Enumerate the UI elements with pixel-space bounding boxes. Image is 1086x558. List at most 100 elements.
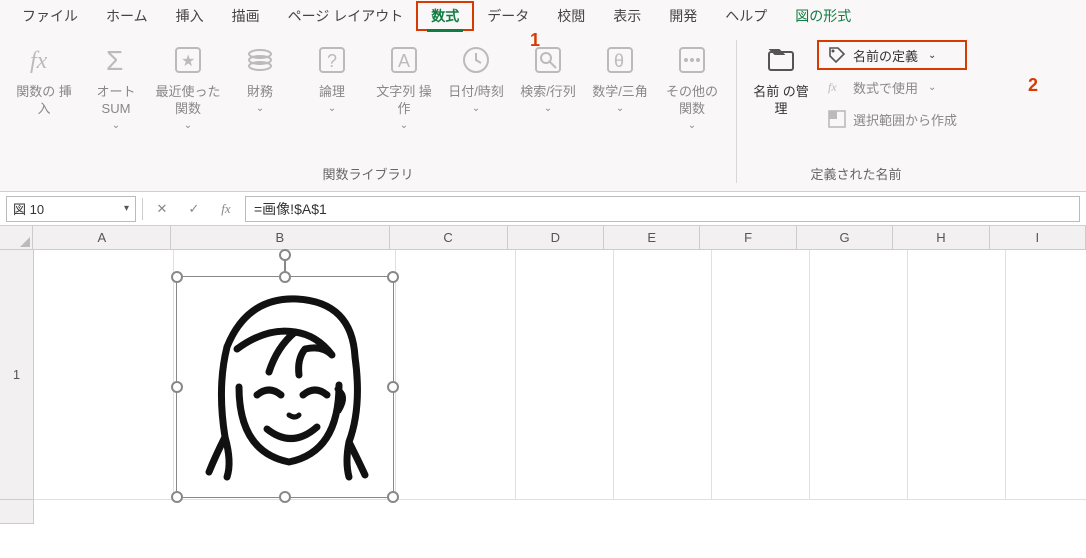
create-from-selection-button[interactable]: 選択範囲から作成 bbox=[819, 106, 965, 132]
menu-developer[interactable]: 開発 bbox=[655, 2, 711, 30]
define-name-button[interactable]: 名前の定義 ⌄ bbox=[819, 42, 965, 68]
girl-face-illustration bbox=[177, 277, 395, 499]
name-box-value: 図 10 bbox=[13, 199, 44, 218]
logical-button[interactable]: ? 論理 ⌄ bbox=[296, 38, 368, 118]
menu-review[interactable]: 校閲 bbox=[543, 2, 599, 30]
lookup-button[interactable]: 検索/行列 ⌄ bbox=[512, 38, 584, 118]
resize-handle-ne[interactable] bbox=[387, 271, 399, 283]
svg-text:θ: θ bbox=[614, 51, 624, 71]
row-headers: 1 bbox=[0, 250, 34, 524]
cell[interactable] bbox=[712, 250, 810, 500]
fx-icon: fx bbox=[26, 42, 62, 78]
financial-button[interactable]: 財務 ⌄ bbox=[224, 38, 296, 118]
cell[interactable] bbox=[908, 250, 1006, 500]
chevron-down-icon: ⌄ bbox=[256, 103, 264, 114]
check-icon: ✓ bbox=[189, 201, 200, 217]
column-headers: A B C D E F G H I bbox=[0, 226, 1086, 250]
chevron-down-icon: ⌄ bbox=[928, 82, 936, 93]
svg-text:fx: fx bbox=[828, 80, 837, 94]
col-header-F[interactable]: F bbox=[700, 226, 796, 250]
chevron-down-icon: ⌄ bbox=[928, 50, 936, 61]
col-header-G[interactable]: G bbox=[797, 226, 893, 250]
chevron-down-icon: ⌄ bbox=[688, 120, 696, 131]
annotation-2: 2 bbox=[1028, 75, 1038, 96]
col-header-E[interactable]: E bbox=[604, 226, 700, 250]
datetime-button[interactable]: 日付/時刻 ⌄ bbox=[440, 38, 512, 118]
cell[interactable] bbox=[516, 250, 614, 500]
chevron-down-icon: ⌄ bbox=[544, 103, 552, 114]
tag-card-icon bbox=[763, 42, 799, 78]
question-icon: ? bbox=[314, 42, 350, 78]
more-functions-button[interactable]: その他の 関数 ⌄ bbox=[656, 38, 728, 135]
name-manager-button[interactable]: 名前 の管理 bbox=[745, 38, 817, 122]
cells-area[interactable] bbox=[34, 250, 1086, 524]
svg-text:Σ: Σ bbox=[106, 45, 123, 76]
resize-handle-w[interactable] bbox=[171, 381, 183, 393]
theta-icon: θ bbox=[602, 42, 638, 78]
chevron-down-icon: ⌄ bbox=[184, 120, 192, 131]
autosum-button[interactable]: Σ オート SUM ⌄ bbox=[80, 38, 152, 135]
select-all-button[interactable] bbox=[0, 226, 33, 250]
cell[interactable] bbox=[34, 250, 174, 500]
cell[interactable] bbox=[396, 250, 516, 500]
divider bbox=[142, 198, 143, 220]
selection-icon bbox=[827, 109, 847, 129]
menu-help[interactable]: ヘルプ bbox=[711, 2, 781, 30]
menu-view[interactable]: 表示 bbox=[599, 2, 655, 30]
menu-data[interactable]: データ bbox=[473, 2, 543, 30]
svg-text:A: A bbox=[398, 51, 410, 71]
menu-formulas[interactable]: 数式 bbox=[417, 2, 473, 30]
col-header-D[interactable]: D bbox=[508, 226, 604, 250]
menu-file[interactable]: ファイル bbox=[8, 2, 92, 30]
cell[interactable] bbox=[614, 250, 712, 500]
letter-a-icon: A bbox=[386, 42, 422, 78]
col-header-H[interactable]: H bbox=[893, 226, 989, 250]
col-header-A[interactable]: A bbox=[33, 226, 171, 250]
menu-insert[interactable]: 挿入 bbox=[162, 2, 218, 30]
ribbon: fx 関数の 挿入 Σ オート SUM ⌄ ★ 最近使った 関数 ⌄ 財務 ⌄ … bbox=[0, 32, 1086, 192]
menu-draw[interactable]: 描画 bbox=[218, 2, 274, 30]
cell[interactable] bbox=[810, 250, 908, 500]
chevron-down-icon: ⌄ bbox=[328, 103, 336, 114]
col-header-B[interactable]: B bbox=[171, 226, 389, 250]
fx-button[interactable]: fx bbox=[213, 196, 239, 222]
row-header-2[interactable] bbox=[0, 500, 34, 524]
star-icon: ★ bbox=[170, 42, 206, 78]
use-in-formula-button[interactable]: fx 数式で使用 ⌄ bbox=[819, 74, 965, 100]
col-header-I[interactable]: I bbox=[990, 226, 1086, 250]
resize-handle-s[interactable] bbox=[279, 491, 291, 503]
x-icon: ✕ bbox=[157, 201, 168, 217]
resize-handle-e[interactable] bbox=[387, 381, 399, 393]
text-button[interactable]: A 文字列 操作 ⌄ bbox=[368, 38, 440, 135]
menu-page-layout[interactable]: ページ レイアウト bbox=[274, 2, 418, 30]
spreadsheet-grid: A B C D E F G H I 1 bbox=[0, 226, 1086, 524]
svg-text:fx: fx bbox=[30, 48, 48, 74]
resize-handle-sw[interactable] bbox=[171, 491, 183, 503]
recent-functions-button[interactable]: ★ 最近使った 関数 ⌄ bbox=[152, 38, 224, 135]
menubar: ファイル ホーム 挿入 描画 ページ レイアウト 数式 データ 校閲 表示 開発… bbox=[0, 0, 1086, 32]
coins-icon bbox=[242, 42, 278, 78]
tag-icon bbox=[827, 45, 847, 65]
resize-handle-nw[interactable] bbox=[171, 271, 183, 283]
math-button[interactable]: θ 数学/三角 ⌄ bbox=[584, 38, 656, 118]
chevron-down-icon: ⌄ bbox=[472, 103, 480, 114]
fx-icon: fx bbox=[221, 201, 230, 217]
sigma-icon: Σ bbox=[98, 42, 134, 78]
menu-home[interactable]: ホーム bbox=[92, 2, 162, 30]
rotate-handle[interactable] bbox=[279, 249, 291, 261]
cancel-button[interactable]: ✕ bbox=[149, 196, 175, 222]
picture-object[interactable] bbox=[176, 276, 394, 498]
fx-small-icon: fx bbox=[827, 77, 847, 97]
chevron-down-icon: ▾ bbox=[124, 203, 129, 214]
name-box[interactable]: 図 10 ▾ bbox=[6, 196, 136, 222]
col-header-C[interactable]: C bbox=[390, 226, 508, 250]
formula-input[interactable]: =画像!$A$1 bbox=[245, 196, 1080, 222]
resize-handle-se[interactable] bbox=[387, 491, 399, 503]
menu-picture-format[interactable]: 図の形式 bbox=[781, 2, 865, 30]
chevron-down-icon: ⌄ bbox=[400, 120, 408, 131]
insert-function-button[interactable]: fx 関数の 挿入 bbox=[8, 38, 80, 122]
row-header-1[interactable]: 1 bbox=[0, 250, 34, 500]
resize-handle-n[interactable] bbox=[279, 271, 291, 283]
cell[interactable] bbox=[1006, 250, 1086, 500]
enter-button[interactable]: ✓ bbox=[181, 196, 207, 222]
